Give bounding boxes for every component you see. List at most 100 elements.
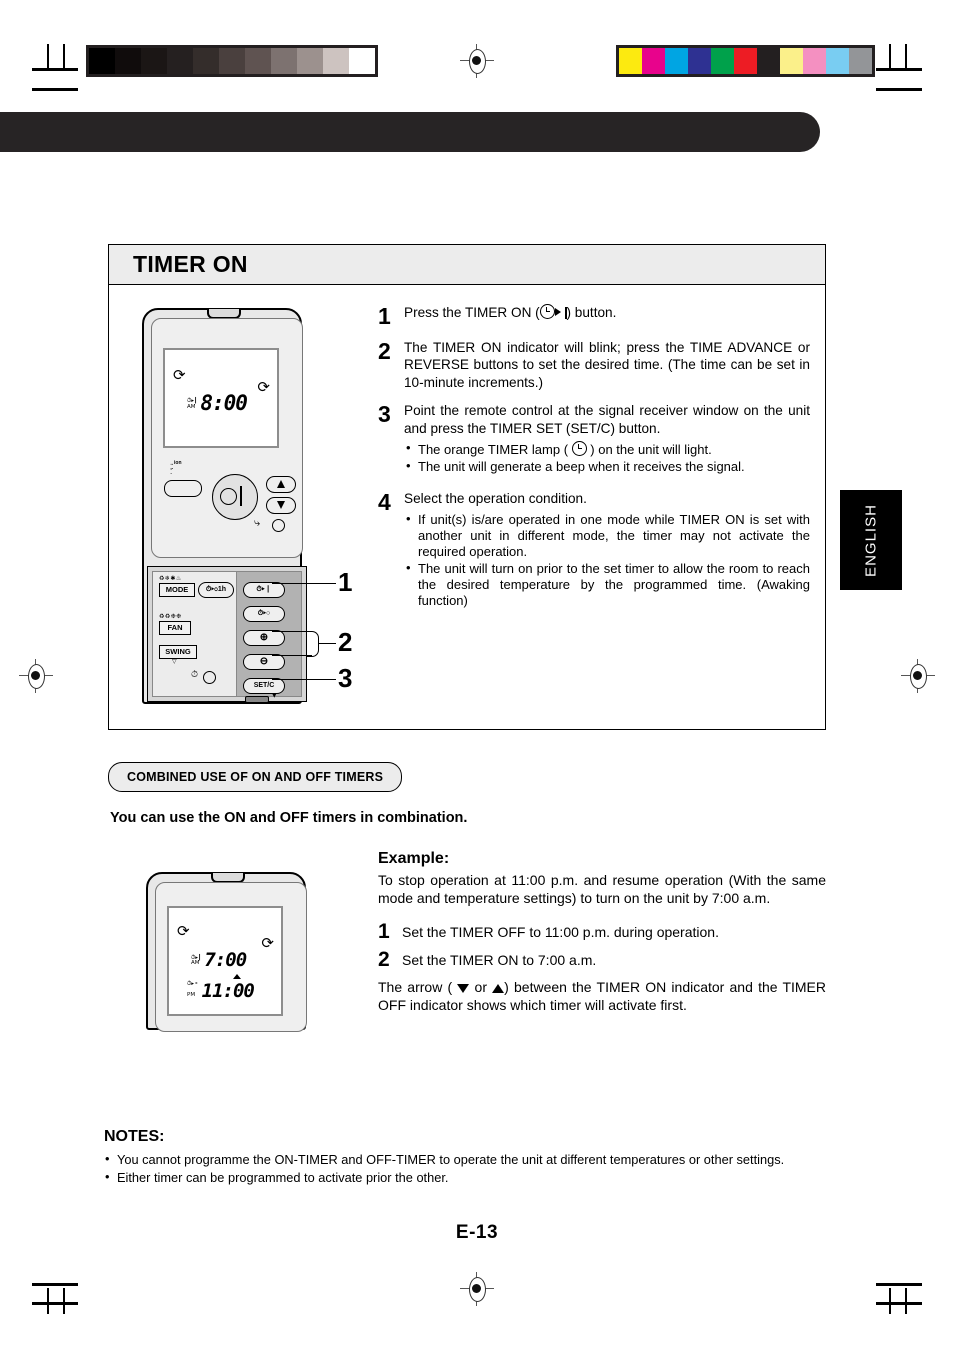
ion-button-label: ion xyxy=(174,460,182,466)
step-3-number: 3 xyxy=(378,401,391,428)
power-o-icon xyxy=(220,488,237,505)
step-3: 3 Point the remote control at the signal… xyxy=(378,402,810,476)
step-3-bullet-1-after: ) on the unit will light. xyxy=(590,441,712,457)
color-swatch-2 xyxy=(665,48,688,74)
lcd-priority-arrow-icon xyxy=(233,974,241,979)
down-triangle-icon xyxy=(457,984,470,993)
step-1: 1 Press the TIMER ON ( ) button. xyxy=(378,304,810,328)
step-4-body: Select the operation condition. If unit(… xyxy=(404,490,810,610)
color-swatch-4 xyxy=(711,48,734,74)
example-intro: To stop operation at 11:00 p.m. and resu… xyxy=(378,872,826,906)
page-number: E-13 xyxy=(455,1222,499,1243)
crop-mark-bottom-right-h xyxy=(876,1283,922,1286)
temp-down-button[interactable] xyxy=(266,497,296,514)
crop-mark-bottom-left-h2 xyxy=(32,1302,78,1305)
crop-mark-top-left-h xyxy=(32,68,78,71)
remote-control-illustration-bottom: ⟳ ⟳ ⏱▸┃ AM 7:00 ⏱▸⚬ PM 11:00 xyxy=(146,872,316,1032)
down-arrow-icon xyxy=(277,501,285,509)
remote-lcd-display-bottom: ⟳ ⟳ ⏱▸┃ AM 7:00 ⏱▸⚬ PM 11:00 xyxy=(167,906,283,1016)
mode-button-label: MODE xyxy=(165,585,189,594)
timer-set-button[interactable]: SET/C xyxy=(243,678,285,694)
crop-mark-bottom-right-v xyxy=(905,1288,907,1314)
step-4-bullet-1: If unit(s) is/are operated in one mode w… xyxy=(404,511,810,560)
color-swatch-10 xyxy=(349,48,375,74)
ion-swirl-left-icon-bottom: ⟳ xyxy=(177,922,190,940)
notes-item-1: You cannot programme the ON-TIMER and OF… xyxy=(104,1151,828,1167)
crop-mark-top-right-v xyxy=(905,44,907,70)
step-4: 4 Select the operation condition. If uni… xyxy=(378,490,810,610)
color-swatch-6 xyxy=(245,48,271,74)
panel-header: TIMER ON xyxy=(109,245,825,285)
example-step-1-text: Set the TIMER OFF to 11:00 p.m. during o… xyxy=(402,924,719,940)
plus-icon: ⊕ xyxy=(259,632,269,643)
language-tab: ENGLISH xyxy=(840,490,902,590)
step-4-number: 4 xyxy=(378,489,391,516)
page-title: TIMER ON xyxy=(133,251,248,277)
color-swatch-8 xyxy=(803,48,826,74)
color-swatch-2 xyxy=(141,48,167,74)
up-triangle-icon xyxy=(492,984,505,993)
set-c-button-label: SET/C xyxy=(253,682,275,689)
crop-mark-bottom-left-v xyxy=(47,1288,49,1314)
example-tail-text: The arrow ( or ) between the TIMER ON in… xyxy=(378,979,826,1015)
example-step-1-number: 1 xyxy=(378,920,390,943)
mode-button[interactable]: MODE xyxy=(159,583,195,597)
process-color-calibration-bar xyxy=(616,45,875,77)
up-arrow-icon xyxy=(277,480,285,488)
example-tail-mid: or xyxy=(474,979,487,995)
example-steps: 1 Set the TIMER OFF to 11:00 p.m. during… xyxy=(378,921,826,970)
one-hour-timer-button[interactable]: ⏱▸⚬1h xyxy=(198,582,234,598)
time-reverse-button[interactable]: ⊖ xyxy=(243,654,285,670)
display-button[interactable] xyxy=(272,519,285,532)
timer-lamp-icon xyxy=(571,440,587,456)
timer-off-symbol-icon-bottom: ⏱▸⚬ xyxy=(187,981,199,987)
lcd-timer-on-row-bottom: ⏱▸┃ AM 7:00 xyxy=(191,950,247,969)
step-3-bullets: The orange TIMER lamp ( ) on the unit wi… xyxy=(404,440,810,475)
timer-off-button-icon: ⏱▸○ xyxy=(257,610,271,617)
color-swatch-3 xyxy=(688,48,711,74)
step-3-text: Point the remote control at the signal r… xyxy=(404,403,810,436)
display-arc-icon: ⤷ xyxy=(254,517,261,529)
example-tail-before: The arrow ( xyxy=(378,979,453,995)
fan-button[interactable]: FAN xyxy=(159,621,191,635)
color-swatch-0 xyxy=(89,48,115,74)
step-4-text: Select the operation condition. xyxy=(404,491,587,507)
color-swatch-9 xyxy=(826,48,849,74)
color-swatch-9 xyxy=(323,48,349,74)
swing-button-label: SWING xyxy=(165,647,191,656)
power-button[interactable] xyxy=(212,474,258,520)
color-swatch-1 xyxy=(642,48,665,74)
notes-item-2: Either timer can be programmed to activa… xyxy=(104,1169,828,1185)
temp-up-button[interactable] xyxy=(266,476,296,493)
ion-dots-icon: ⁚⁚ ⁚ xyxy=(170,464,174,476)
timer-on-button[interactable]: ⏱▸┃ xyxy=(243,582,285,598)
example-step-2-number: 2 xyxy=(378,948,390,971)
step-4-bullet-2: The unit will turn on prior to the set t… xyxy=(404,560,810,609)
callout-leader-2c xyxy=(318,643,336,645)
crop-mark-top-right-h2 xyxy=(876,88,922,91)
lcd-time-value: 8:00 xyxy=(200,391,248,415)
step-1-number: 1 xyxy=(378,303,391,329)
slide-arrow-icon: ▼ xyxy=(272,692,278,699)
fan-symbols-label: ♻♻❉❉ xyxy=(159,613,182,620)
example-step-2: 2 Set the TIMER ON to 7:00 a.m. xyxy=(378,949,826,970)
color-swatch-5 xyxy=(734,48,757,74)
color-swatch-5 xyxy=(219,48,245,74)
language-tab-label: ENGLISH xyxy=(862,504,880,577)
step-2-number: 2 xyxy=(378,338,391,364)
one-hour-button-label: ⏱▸⚬1h xyxy=(205,586,227,593)
crop-mark-bottom-right-h2 xyxy=(876,1302,922,1305)
lcd-am-label: AM xyxy=(187,404,196,411)
remote-lcd-display: ⟳ ⟳ ⏱▸┃ AM 8:00 xyxy=(163,348,279,448)
swing-button[interactable]: SWING xyxy=(159,645,197,659)
timer-off-button[interactable]: ⏱▸○ xyxy=(243,606,285,622)
timer-indicator-button[interactable] xyxy=(203,671,216,684)
color-swatch-1 xyxy=(115,48,141,74)
lcd-am-label-bottom: AM xyxy=(191,960,200,967)
color-swatch-4 xyxy=(193,48,219,74)
lcd-timer-on-tag: ⏱▸┃ AM xyxy=(187,399,197,413)
grayscale-calibration-bar xyxy=(86,45,378,77)
notes-list: You cannot programme the ON-TIMER and OF… xyxy=(104,1151,828,1186)
time-advance-button[interactable]: ⊕ xyxy=(243,630,285,646)
ion-button[interactable] xyxy=(164,480,202,497)
